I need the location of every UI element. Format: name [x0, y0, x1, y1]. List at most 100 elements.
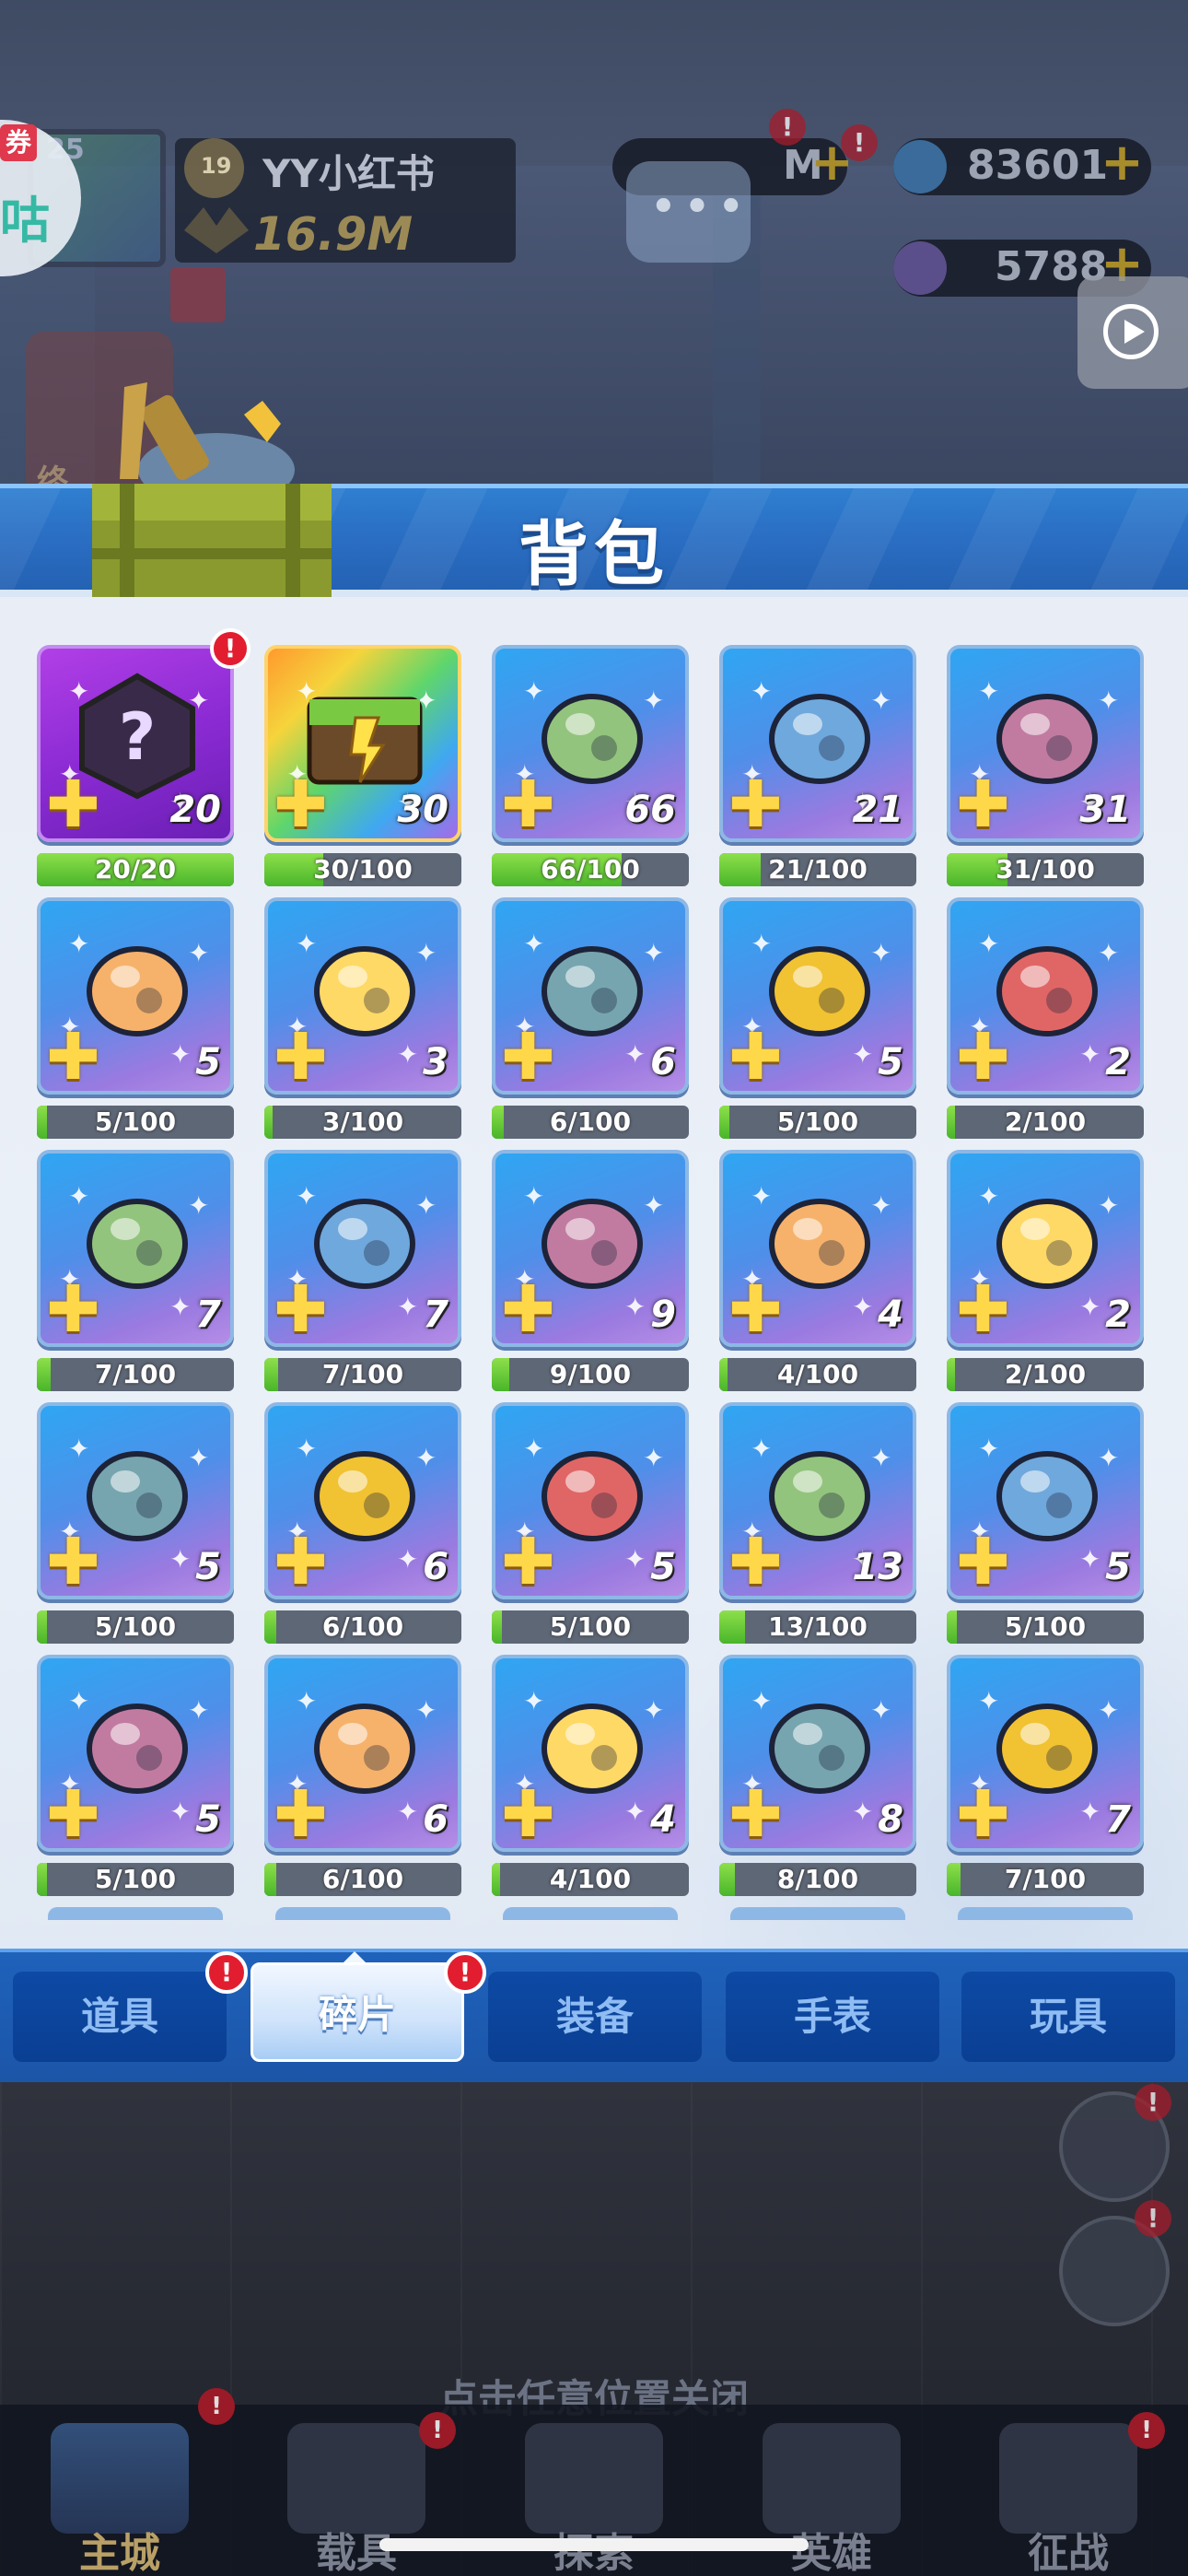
inventory-cell[interactable]: ✦ ✦ ✦ ✦ ✚ 6 6/100: [264, 1655, 461, 1896]
item-count: 3: [423, 1041, 448, 1083]
tab-watch[interactable]: 手表: [726, 1972, 939, 2062]
inventory-cell[interactable]: ✦ ✦ ✦ ✦ ✚ 66 66/100: [492, 645, 689, 886]
inventory-cell[interactable]: ✦ ✦ ✦ ✦ ✚ 7 7/100: [37, 1150, 234, 1391]
progress-text: 5/100: [776, 1107, 859, 1137]
inventory-cell[interactable]: ✦ ✦ ✦ ✦ ✚ 21 21/100: [719, 645, 916, 886]
item-tile[interactable]: ✦ ✦ ✦ ✦ ✚ 13: [719, 1402, 916, 1599]
progress-text: 7/100: [321, 1359, 404, 1389]
item-tile[interactable]: ✦ ✦ ✦ ✦ ✚ 5: [37, 897, 234, 1095]
item-count: 4: [878, 1294, 903, 1336]
item-tile[interactable]: ✦ ✦ ✦ ✦ ✚ 5: [37, 1402, 234, 1599]
item-tile[interactable]: ✦ ✦ ✦ ✦ ✚ 6: [264, 1655, 461, 1852]
item-count: 2: [1105, 1294, 1131, 1336]
item-tile[interactable]: ✦ ✦ ✦ ✦ ✚ 2: [947, 897, 1144, 1095]
item-tile[interactable]: ✦ ✦ ✦ ✦ ✚ 4: [492, 1655, 689, 1852]
fragment-plus-icon: ✚: [46, 1271, 100, 1347]
item-tile[interactable]: ✦ ✦ ✦ ✦ ✚ 4: [719, 1150, 916, 1347]
inventory-cell[interactable]: ✦ ✦ ✦ ✦ ✚ 7 7/100: [264, 1150, 461, 1391]
fragment-plus-icon: ✚: [274, 1271, 328, 1347]
fragment-progress-bar: 7/100: [947, 1863, 1144, 1896]
inventory-cell[interactable]: ✦ ✦ ✦ ✦ ✚ 5 5/100: [947, 1402, 1144, 1644]
nav-main-city[interactable]: 主城: [5, 2405, 235, 2576]
item-tile[interactable]: ✦ ✦ ✦ ✦ ✚ 7: [264, 1150, 461, 1347]
inventory-cell[interactable]: ✦ ✦ ✦ ✦ ✚ 13 13/100: [719, 1402, 916, 1644]
item-tile[interactable]: ✦ ✦ ✦ ✦ ✚ 6: [264, 1402, 461, 1599]
progress-text: 66/100: [541, 854, 640, 884]
tab-items[interactable]: 道具: [13, 1972, 227, 2062]
fragment-plus-icon: ✚: [274, 1776, 328, 1852]
item-tile[interactable]: ✦ ✦ ✦ ✦ ✚ 31: [947, 645, 1144, 842]
progress-text: 5/100: [1004, 1611, 1087, 1642]
gem-add-button[interactable]: +: [1101, 133, 1144, 193]
inventory-cell[interactable]: ✦ ✦ ✦ ✦? ✚ 20 20/20!: [37, 628, 250, 886]
inventory-cell[interactable]: ✦ ✦ ✦ ✦ ✚ 31 31/100: [947, 645, 1144, 886]
item-tile[interactable]: ✦ ✦ ✦ ✦ ✚ 3: [264, 897, 461, 1095]
progress-text: 31/100: [996, 854, 1095, 884]
item-tile[interactable]: ✦ ✦ ✦ ✦ ✚ 21: [719, 645, 916, 842]
coupon-label: 券: [0, 124, 37, 161]
progress-text: 6/100: [549, 1107, 632, 1137]
inventory-cell[interactable]: ✦ ✦ ✦ ✦ ✚ 30 30/100: [264, 645, 461, 886]
nav-main-city-alert-icon: !: [198, 2388, 235, 2425]
gold-alert-icon: !: [769, 109, 806, 146]
item-tile[interactable]: ✦ ✦ ✦ ✦? ✚ 20: [37, 645, 234, 842]
inventory-cell[interactable]: ✦ ✦ ✦ ✦ ✚ 5 5/100: [37, 1655, 234, 1896]
item-count: 5: [1105, 1546, 1131, 1588]
tab-equipment[interactable]: 装备: [488, 1972, 702, 2062]
item-tile[interactable]: ✦ ✦ ✦ ✦ ✚ 2: [947, 1150, 1144, 1347]
inventory-cell[interactable]: ✦ ✦ ✦ ✦ ✚ 5 5/100: [37, 897, 234, 1139]
fragment-plus-icon: ✚: [956, 1019, 1010, 1095]
crab-event-icon[interactable]: [170, 267, 226, 322]
item-tile[interactable]: ✦ ✦ ✦ ✦ ✚ 30: [264, 645, 461, 842]
progress-text: 7/100: [94, 1359, 177, 1389]
next-row-tile-edge: [48, 1907, 223, 1920]
fragment-progress-bar: 3/100: [264, 1106, 461, 1139]
item-count: 6: [650, 1041, 676, 1083]
item-tile[interactable]: ✦ ✦ ✦ ✦ ✚ 5: [492, 1402, 689, 1599]
fragment-plus-icon: ✚: [956, 1776, 1010, 1852]
fragment-plus-icon: ✚: [501, 767, 555, 842]
item-tile[interactable]: ✦ ✦ ✦ ✦ ✚ 7: [947, 1655, 1144, 1852]
item-tile[interactable]: ✦ ✦ ✦ ✦ ✚ 6: [492, 897, 689, 1095]
inventory-cell[interactable]: ✦ ✦ ✦ ✦ ✚ 4 4/100: [719, 1150, 916, 1391]
fragment-progress-bar: 13/100: [719, 1610, 916, 1644]
item-alert-icon: !: [210, 628, 250, 669]
tab-fragments[interactable]: 碎片: [250, 1962, 464, 2062]
next-row-tile-edge: [958, 1907, 1133, 1920]
item-tile[interactable]: ✦ ✦ ✦ ✦ ✚ 5: [37, 1655, 234, 1852]
fragment-progress-bar: 5/100: [37, 1106, 234, 1139]
item-count: 66: [624, 789, 676, 831]
fragment-plus-icon: ✚: [728, 1019, 783, 1095]
inventory-cell[interactable]: ✦ ✦ ✦ ✦ ✚ 4 4/100: [492, 1655, 689, 1896]
progress-text: 9/100: [549, 1359, 632, 1389]
progress-text: 7/100: [1004, 1864, 1087, 1894]
fragment-plus-icon: ✚: [46, 1524, 100, 1599]
inventory-cell[interactable]: ✦ ✦ ✦ ✦ ✚ 7 7/100: [947, 1655, 1144, 1896]
item-tile[interactable]: ✦ ✦ ✦ ✦ ✚ 9: [492, 1150, 689, 1347]
inventory-cell[interactable]: ✦ ✦ ✦ ✦ ✚ 5 5/100: [492, 1402, 689, 1644]
inventory-cell[interactable]: ✦ ✦ ✦ ✦ ✚ 3 3/100: [264, 897, 461, 1139]
inventory-cell[interactable]: ✦ ✦ ✦ ✦ ✚ 2 2/100: [947, 897, 1144, 1139]
item-count: 30: [397, 789, 448, 831]
item-tile[interactable]: ✦ ✦ ✦ ✦ ✚ 66: [492, 645, 689, 842]
item-tile[interactable]: ✦ ✦ ✦ ✦ ✚ 8: [719, 1655, 916, 1852]
item-count: 31: [1079, 789, 1131, 831]
progress-text: 5/100: [94, 1864, 177, 1894]
chat-dots: •••: [649, 180, 751, 235]
fragment-plus-icon: ✚: [501, 1019, 555, 1095]
fragment-progress-bar: 5/100: [719, 1106, 916, 1139]
inventory-cell[interactable]: ✦ ✦ ✦ ✦ ✚ 6 6/100: [492, 897, 689, 1139]
tab-toys[interactable]: 玩具: [961, 1972, 1175, 2062]
item-tile[interactable]: ✦ ✦ ✦ ✦ ✚ 7: [37, 1150, 234, 1347]
inventory-cell[interactable]: ✦ ✦ ✦ ✦ ✚ 9 9/100: [492, 1150, 689, 1391]
item-tile[interactable]: ✦ ✦ ✦ ✦ ✚ 5: [719, 897, 916, 1095]
home-indicator[interactable]: [379, 2538, 809, 2551]
item-count: 7: [423, 1294, 448, 1336]
inventory-cell[interactable]: ✦ ✦ ✦ ✦ ✚ 2 2/100: [947, 1150, 1144, 1391]
inventory-cell[interactable]: ✦ ✦ ✦ ✦ ✚ 5 5/100: [37, 1402, 234, 1644]
inventory-cell[interactable]: ✦ ✦ ✦ ✦ ✚ 5 5/100: [719, 897, 916, 1139]
item-tile[interactable]: ✦ ✦ ✦ ✦ ✚ 5: [947, 1402, 1144, 1599]
inventory-cell[interactable]: ✦ ✦ ✦ ✦ ✚ 8 8/100: [719, 1655, 916, 1896]
fragment-progress-bar: 6/100: [264, 1863, 461, 1896]
inventory-cell[interactable]: ✦ ✦ ✦ ✦ ✚ 6 6/100: [264, 1402, 461, 1644]
